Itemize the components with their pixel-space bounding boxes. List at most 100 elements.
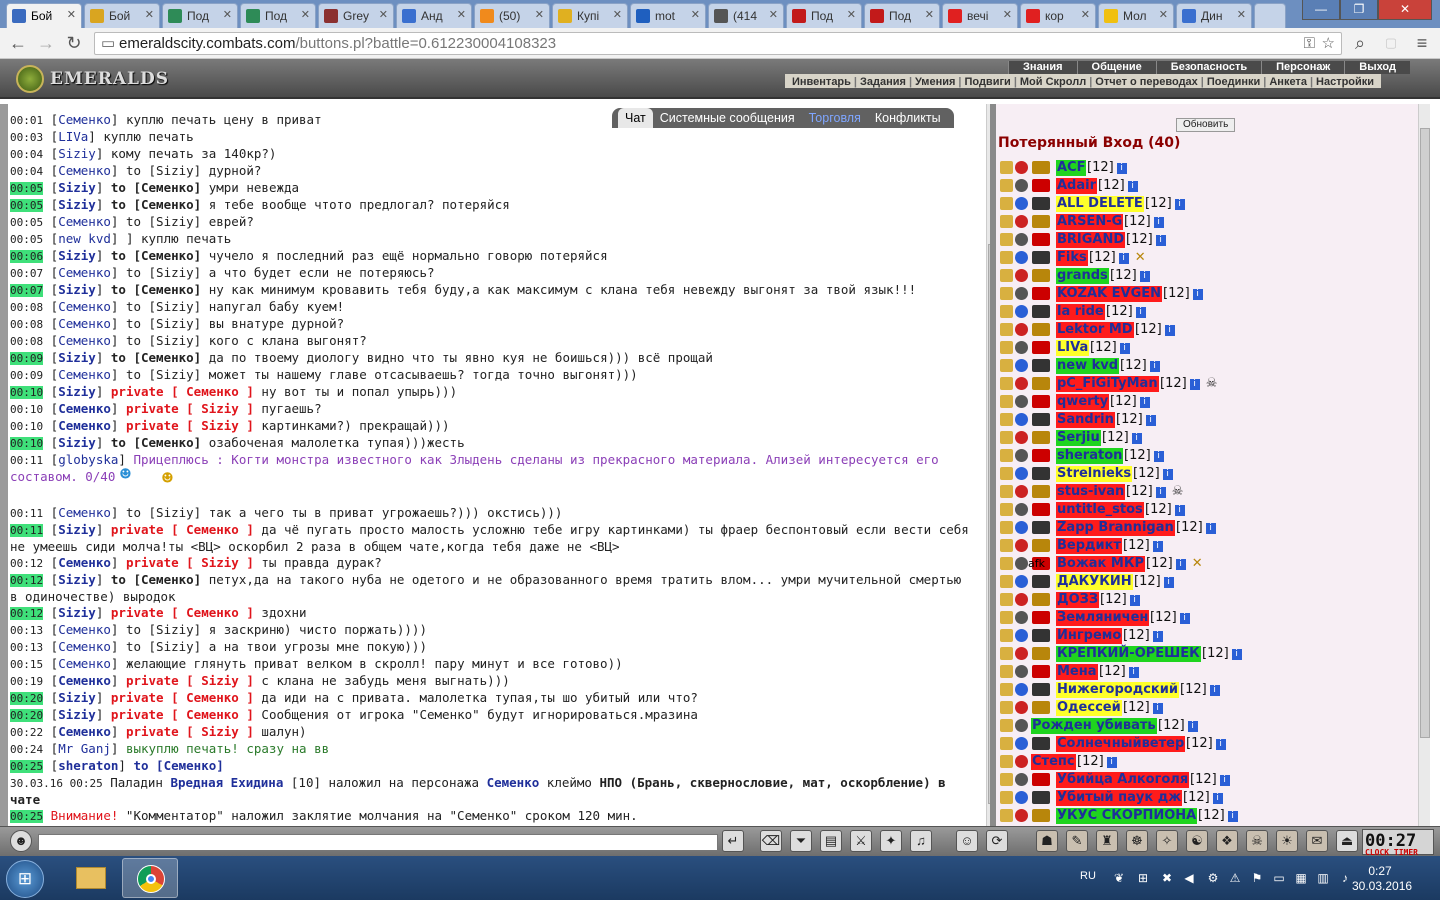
- browser-tab[interactable]: Под ✕: [240, 3, 316, 28]
- user-name[interactable]: ARSEN-G: [1056, 214, 1124, 230]
- action-10-icon[interactable]: ✉: [1306, 830, 1328, 852]
- user-name[interactable]: Sandrin: [1056, 412, 1115, 428]
- clan-icon[interactable]: [1032, 179, 1050, 192]
- user-info-icon[interactable]: i: [1106, 757, 1117, 768]
- volume-icon[interactable]: ◀: [1182, 871, 1196, 885]
- browser-tab[interactable]: Анд ✕: [396, 3, 472, 28]
- clan-icon[interactable]: [1032, 773, 1050, 786]
- clan-icon[interactable]: [1032, 791, 1050, 804]
- clan-icon[interactable]: [1032, 809, 1050, 822]
- user-name[interactable]: Убийца Алкоголя: [1056, 772, 1190, 788]
- user-name[interactable]: Земляничен: [1056, 610, 1150, 626]
- user-action-icon[interactable]: [1000, 395, 1013, 408]
- language-indicator[interactable]: RU: [1080, 870, 1096, 882]
- user-name[interactable]: Zapp Brannigan: [1056, 520, 1175, 536]
- smile-icon[interactable]: ☺: [956, 830, 978, 852]
- windows-icon[interactable]: ⊞: [1136, 871, 1150, 885]
- search-icon[interactable]: ⌕: [1350, 33, 1370, 53]
- user-info-icon[interactable]: i: [1119, 343, 1130, 354]
- paladin-name[interactable]: Вредная Ехидина: [170, 775, 283, 790]
- tab-close-icon[interactable]: ✕: [691, 8, 700, 21]
- user-info-icon[interactable]: i: [1149, 361, 1160, 372]
- browser-tab[interactable]: Grey ✕: [318, 3, 394, 28]
- chat-nickname[interactable]: Семенко: [58, 112, 111, 127]
- user-name[interactable]: ALL DELETE: [1056, 196, 1144, 212]
- clan-icon[interactable]: [1032, 503, 1050, 516]
- clan-icon[interactable]: [1032, 377, 1050, 390]
- action-3-icon[interactable]: ♜: [1096, 830, 1118, 852]
- chat-nickname[interactable]: Семенко: [58, 214, 111, 229]
- user-action-icon[interactable]: [1000, 791, 1013, 804]
- reload-icon[interactable]: ↻: [64, 33, 84, 53]
- chat-nickname[interactable]: Семенко: [58, 505, 111, 520]
- user-name[interactable]: pC_FiGiTyMan: [1056, 376, 1159, 392]
- action-8-icon[interactable]: ☠: [1246, 830, 1268, 852]
- user-info-icon[interactable]: i: [1174, 199, 1185, 210]
- clan-icon[interactable]: [1032, 287, 1050, 300]
- taskbar-clock[interactable]: 0:27 30.03.2016: [1352, 864, 1412, 894]
- user-info-icon[interactable]: i: [1129, 595, 1140, 606]
- chat-nickname[interactable]: Siziy: [58, 350, 96, 365]
- browser-tab[interactable]: Бой ✕: [6, 3, 82, 28]
- url-input[interactable]: ▭ emeraldscity.combats.com/buttons.pl?ba…: [94, 32, 1342, 55]
- user-name[interactable]: Мена: [1056, 664, 1098, 680]
- action-center-icon[interactable]: ⚑: [1250, 871, 1264, 885]
- file-explorer-app[interactable]: [62, 858, 118, 898]
- chat-nickname[interactable]: Семенко: [58, 299, 111, 314]
- back-icon[interactable]: ←: [8, 33, 28, 53]
- browser-tab[interactable]: вечі ✕: [942, 3, 1018, 28]
- clan-icon[interactable]: [1032, 431, 1050, 444]
- user-action-icon[interactable]: [1000, 449, 1013, 462]
- user-info-icon[interactable]: i: [1174, 505, 1185, 516]
- user-name[interactable]: la ride: [1056, 304, 1105, 320]
- user-action-icon[interactable]: [1000, 161, 1013, 174]
- user-action-icon[interactable]: [1000, 377, 1013, 390]
- user-info-icon[interactable]: i: [1127, 181, 1138, 192]
- browser-tab[interactable]: Мол ✕: [1098, 3, 1174, 28]
- user-name[interactable]: grands: [1056, 268, 1109, 284]
- user-info-icon[interactable]: i: [1155, 235, 1166, 246]
- user-info-icon[interactable]: i: [1227, 811, 1238, 822]
- user-name[interactable]: Ингремо: [1056, 628, 1123, 644]
- action-4-icon[interactable]: ☸: [1126, 830, 1148, 852]
- browser-tab[interactable]: (414 ✕: [708, 3, 784, 28]
- refresh-button[interactable]: Обновить: [1176, 118, 1236, 132]
- user-name[interactable]: KOZAK EVGEN: [1056, 286, 1162, 302]
- browser-tab[interactable]: Купі ✕: [552, 3, 628, 28]
- chat-nickname[interactable]: Siziy: [58, 522, 96, 537]
- sub-menu-item[interactable]: Анкета: [1266, 76, 1310, 88]
- clan-icon[interactable]: [1032, 251, 1050, 264]
- user-action-icon[interactable]: [1000, 251, 1013, 264]
- user-info-icon[interactable]: i: [1155, 487, 1166, 498]
- sub-menu-item[interactable]: Задания: [857, 76, 909, 88]
- chat-nickname[interactable]: Семенко: [58, 333, 111, 348]
- site-logo[interactable]: EMERALDS: [14, 62, 184, 96]
- user-name[interactable]: BRIGAND: [1056, 232, 1126, 248]
- tab-close-icon[interactable]: ✕: [925, 8, 934, 21]
- chat-nickname[interactable]: Siziy: [58, 384, 96, 399]
- user-action-icon[interactable]: [1000, 287, 1013, 300]
- sound-icon[interactable]: ♫: [910, 830, 932, 852]
- user-action-icon[interactable]: [1000, 575, 1013, 588]
- clan-icon[interactable]: [1032, 323, 1050, 336]
- user-name[interactable]: Вожак МКР: [1056, 556, 1145, 572]
- chat-nickname[interactable]: Семенко: [58, 316, 111, 331]
- chat-nickname[interactable]: Семенко: [58, 673, 111, 688]
- chat-tab[interactable]: Системные сообщения: [653, 108, 802, 128]
- refresh-chat-icon[interactable]: ⟳: [986, 830, 1008, 852]
- chat-nickname[interactable]: Семенко: [58, 367, 111, 382]
- user-info-icon[interactable]: i: [1131, 433, 1142, 444]
- eraser-icon[interactable]: ⌫: [760, 830, 782, 852]
- clan-icon[interactable]: [1032, 629, 1050, 642]
- clan-icon[interactable]: [1032, 413, 1050, 426]
- user-action-icon[interactable]: [1000, 179, 1013, 192]
- sub-menu-item[interactable]: Умения: [912, 76, 958, 88]
- user-info-icon[interactable]: i: [1152, 631, 1163, 642]
- top-menu-item[interactable]: Общение: [1076, 61, 1156, 74]
- top-menu-item[interactable]: Персонаж: [1261, 61, 1345, 74]
- clan-icon[interactable]: [1032, 341, 1050, 354]
- user-name[interactable]: Одессей: [1056, 700, 1122, 716]
- target-name[interactable]: Семенко: [487, 775, 540, 790]
- clan-icon[interactable]: [1032, 449, 1050, 462]
- user-action-icon[interactable]: [1000, 305, 1013, 318]
